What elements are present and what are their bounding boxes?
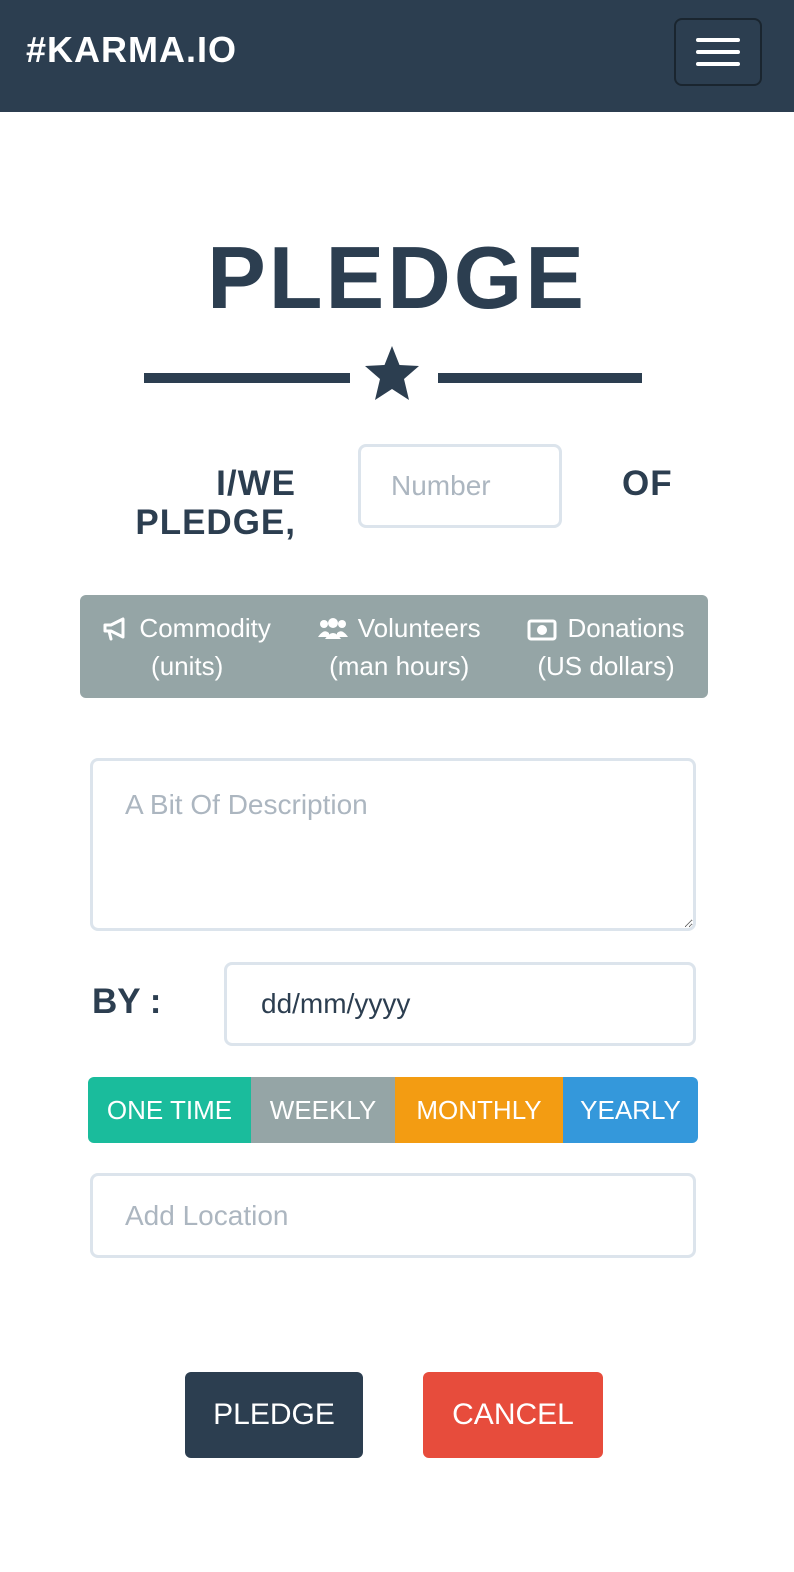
navbar: #KARMA.IO [0,0,794,112]
number-input[interactable] [358,444,562,528]
pledge-button[interactable]: PLEDGE [185,1372,363,1458]
location-input[interactable] [90,1173,696,1258]
description-textarea[interactable] [90,758,696,931]
star-icon [365,346,419,400]
type-option-label: Commodity [139,612,271,643]
frequency-monthly-button[interactable]: MONTHLY [395,1077,563,1143]
pledge-type-selector: Commodity (units) Volunteers (man hours)… [80,595,708,698]
brand-logo[interactable]: #KARMA.IO [26,28,237,72]
type-option-label: Donations [567,612,685,643]
frequency-weekly-button[interactable]: WEEKLY [251,1077,395,1143]
type-option-unit: (units) [151,650,224,681]
cancel-button[interactable]: CANCEL [423,1372,603,1458]
of-label: OF [622,464,673,503]
hamburger-menu-icon [696,38,740,42]
type-option-donations[interactable]: Donations (US dollars) [521,609,690,685]
divider-line-right [438,373,642,383]
title-divider [144,344,642,404]
pledge-label: I/WE PLEDGE, [135,464,296,542]
hamburger-menu-icon [696,62,740,66]
type-option-label: Volunteers [357,612,481,643]
frequency-button-group: ONE TIME WEEKLY MONTHLY YEARLY [88,1077,698,1143]
frequency-one-time-button[interactable]: ONE TIME [88,1077,251,1143]
divider-line-left [144,373,350,383]
menu-toggle-button[interactable] [674,18,762,86]
type-option-commodity[interactable]: Commodity (units) [97,609,276,685]
frequency-yearly-button[interactable]: YEARLY [563,1077,698,1143]
type-option-unit: (man hours) [329,650,470,681]
date-input[interactable] [224,962,696,1046]
type-option-unit: (US dollars) [537,650,675,681]
money-icon [527,619,557,640]
bullhorn-icon [103,617,125,640]
by-label: BY : [92,982,162,1021]
page-title: PLEDGE [207,228,587,327]
type-option-volunteers[interactable]: Volunteers (man hours) [312,609,487,685]
users-icon [317,617,348,639]
hamburger-menu-icon [696,50,740,54]
